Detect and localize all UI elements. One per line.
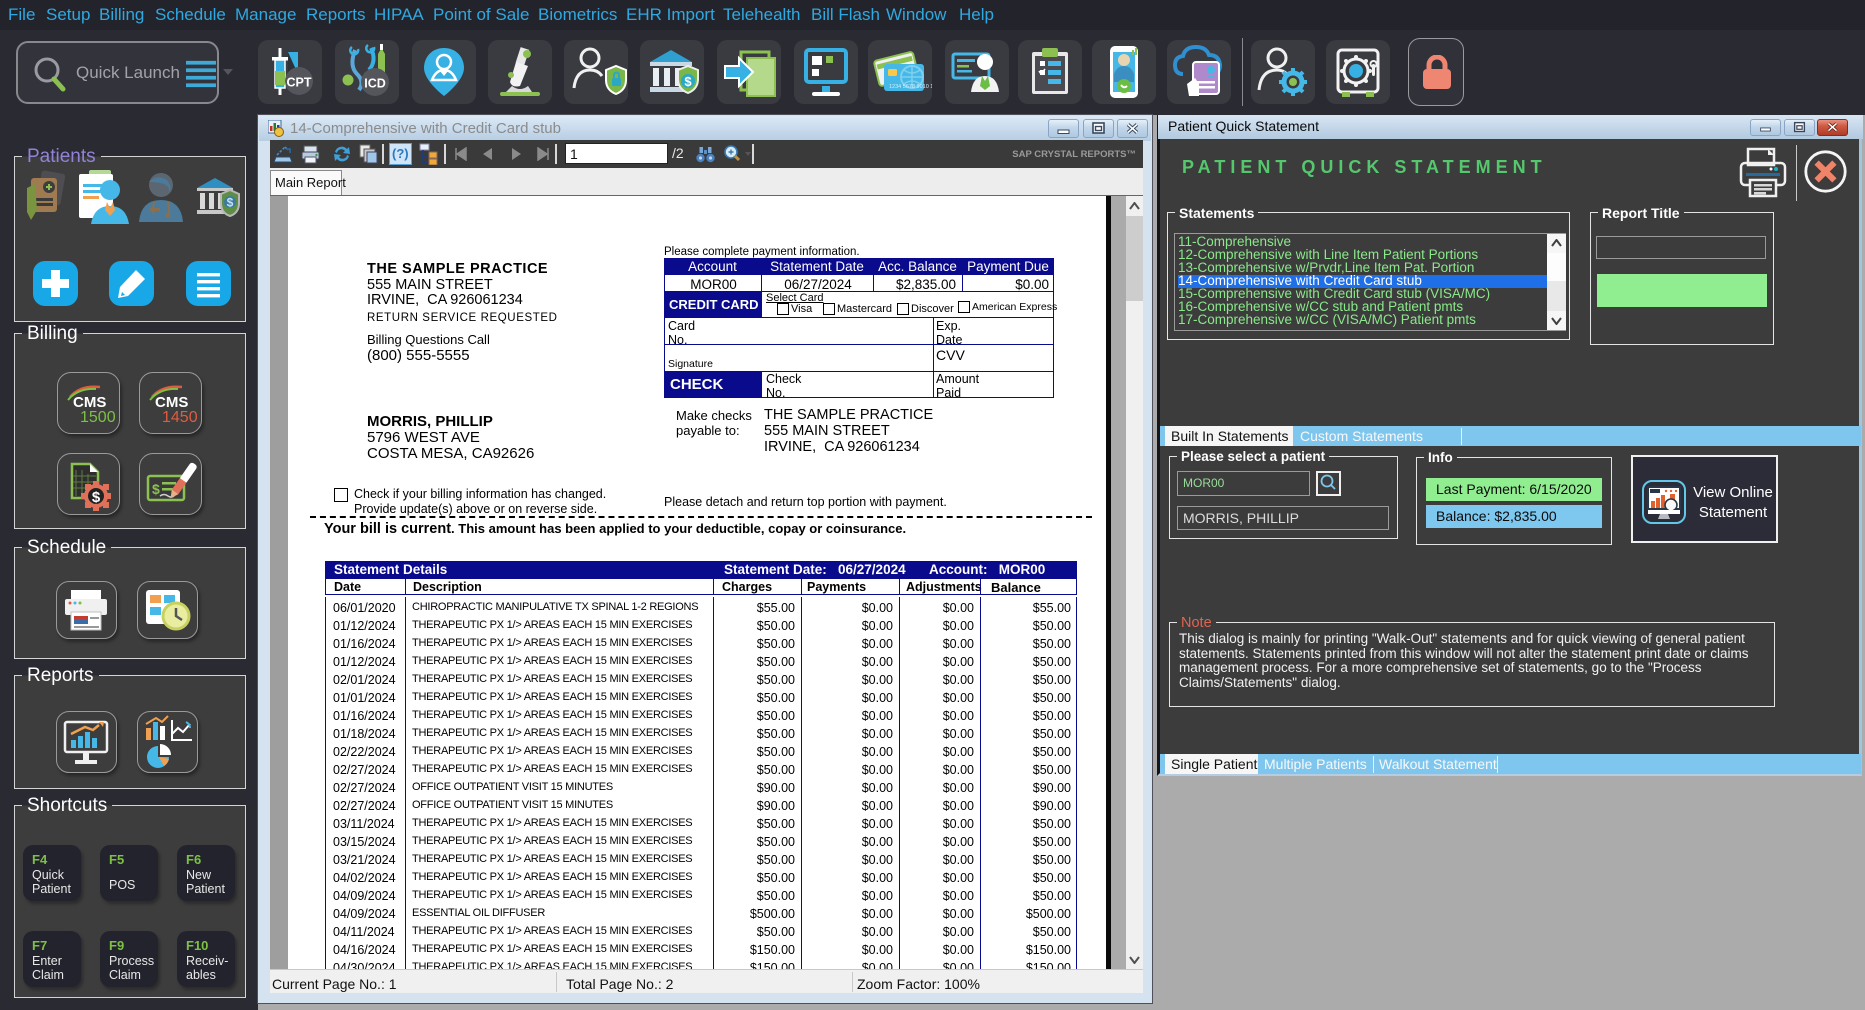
svg-text:1500: 1500 xyxy=(80,409,116,426)
svg-text:1234 5678 9010 1123: 1234 5678 9010 1123 xyxy=(889,84,932,90)
svg-text:$: $ xyxy=(684,74,692,89)
svg-text:1450: 1450 xyxy=(162,409,198,426)
svg-text:ICD: ICD xyxy=(364,77,386,91)
svg-text:$: $ xyxy=(152,481,160,497)
svg-text:$: $ xyxy=(92,489,101,506)
svg-text:CPT: CPT xyxy=(287,76,312,90)
svg-text:$: $ xyxy=(227,196,234,210)
